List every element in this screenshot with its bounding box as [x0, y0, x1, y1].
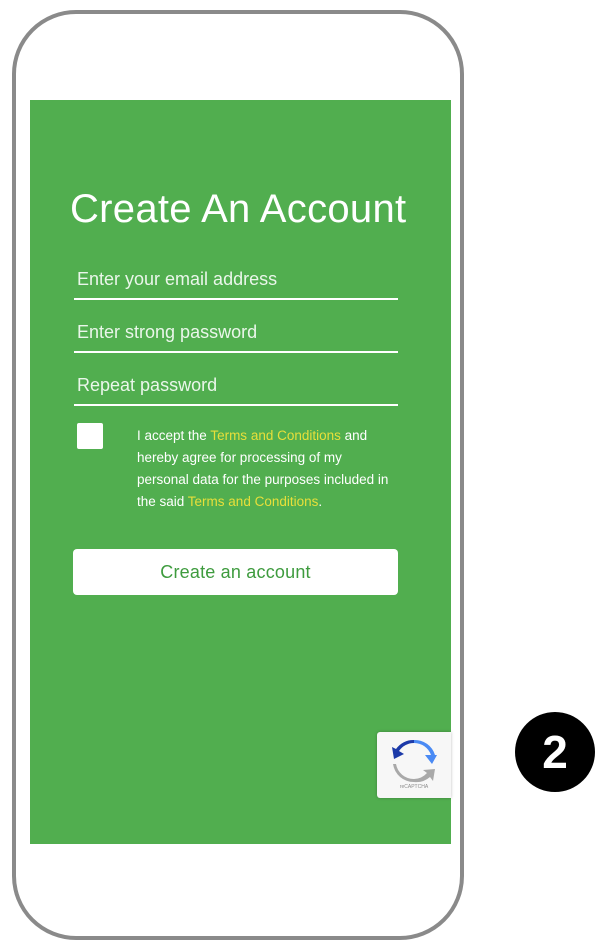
terms-link-1[interactable]: Terms and Conditions: [210, 428, 341, 443]
password-placeholder: Enter strong password: [77, 322, 258, 342]
recaptcha-label: reCAPTCHA: [399, 784, 429, 790]
terms-link-2[interactable]: Terms and Conditions: [188, 494, 319, 509]
signup-screen: Create An Account Enter your email addre…: [30, 100, 451, 844]
page-title: Create An Account: [70, 187, 407, 231]
create-account-button[interactable]: Create an account: [73, 549, 398, 595]
canvas: Create An Account Enter your email addre…: [0, 0, 611, 948]
repeat-password-field[interactable]: Repeat password: [74, 372, 398, 406]
consent-text: I accept the Terms and Conditions and he…: [137, 425, 392, 513]
consent-text-1: I accept the: [137, 428, 211, 443]
email-field[interactable]: Enter your email address: [74, 266, 398, 300]
email-placeholder: Enter your email address: [77, 269, 278, 289]
repeat-password-placeholder: Repeat password: [77, 375, 218, 395]
consent-text-3: .: [318, 494, 323, 509]
recaptcha-icon: [392, 739, 437, 783]
terms-checkbox[interactable]: [77, 423, 103, 449]
password-field[interactable]: Enter strong password: [74, 319, 398, 353]
recaptcha-badge[interactable]: reCAPTCHA: [377, 732, 451, 798]
step-badge: 2: [515, 712, 595, 792]
